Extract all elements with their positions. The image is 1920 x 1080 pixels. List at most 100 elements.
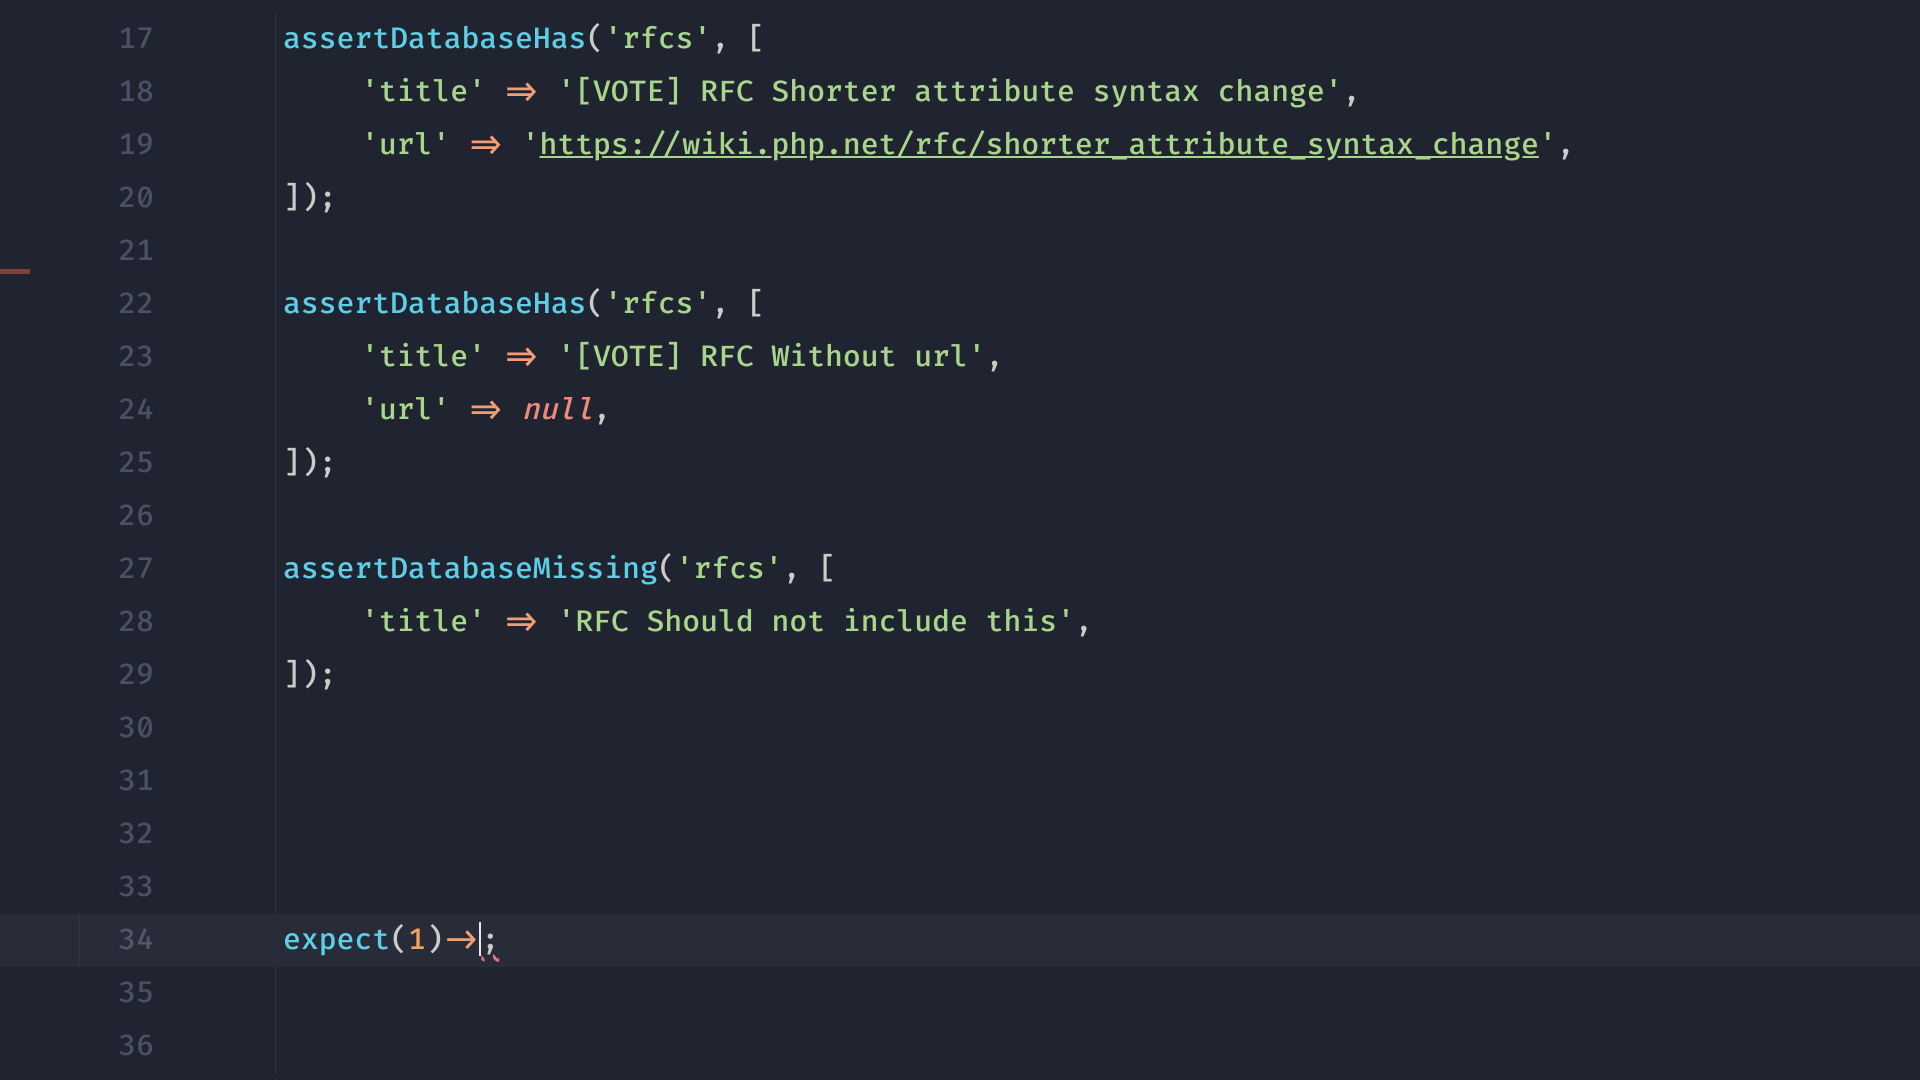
code-line[interactable] — [196, 755, 1920, 808]
code-line[interactable] — [196, 490, 1920, 543]
indent-guide — [275, 490, 276, 543]
code-line[interactable]: ]); — [196, 172, 1920, 225]
token-str: 'RFC Should not include this' — [557, 604, 1075, 640]
token-fn: assertDatabaseMissing — [283, 551, 658, 587]
line-number[interactable]: 20 — [46, 172, 196, 225]
line-number[interactable]: 18 — [46, 66, 196, 119]
token-punc: ) — [426, 922, 444, 958]
line-number[interactable]: 33 — [46, 861, 196, 914]
token-fn: assertDatabaseHas — [283, 286, 586, 322]
code-line[interactable]: 'title' => 'RFC Should not include this'… — [196, 596, 1920, 649]
code-line[interactable] — [196, 1020, 1920, 1073]
line-number[interactable]: 31 — [46, 755, 196, 808]
indent-guide — [275, 702, 276, 755]
line-number[interactable]: 19 — [46, 119, 196, 172]
line-number[interactable]: 22 — [46, 278, 196, 331]
line-number[interactable]: 32 — [46, 808, 196, 861]
token-punc: , — [593, 392, 611, 428]
token-punc: , — [1557, 127, 1575, 163]
code-line[interactable]: assertDatabaseHas('rfcs', [ — [196, 13, 1920, 66]
code-editor[interactable]: 1718192021222324252627282930313233343536… — [0, 0, 1920, 1080]
indent-guide — [275, 278, 276, 331]
token-str: ' — [522, 127, 540, 163]
line-number[interactable]: 21 — [46, 225, 196, 278]
token-punc: ( — [586, 21, 604, 57]
token-str: 'url' — [361, 392, 450, 428]
code-line[interactable]: assertDatabaseMissing('rfcs', [ — [196, 543, 1920, 596]
code-line[interactable] — [196, 808, 1920, 861]
line-number[interactable]: 30 — [46, 702, 196, 755]
token-punc — [486, 74, 504, 110]
token-punc — [450, 127, 468, 163]
line-number[interactable]: 25 — [46, 437, 196, 490]
code-line[interactable] — [196, 861, 1920, 914]
token-err: ; — [481, 922, 499, 958]
line-number[interactable]: 26 — [46, 490, 196, 543]
token-null: null — [522, 392, 593, 428]
code-line[interactable]: ]); — [196, 437, 1920, 490]
token-str: 'url' — [361, 127, 450, 163]
token-num: 1 — [408, 922, 426, 958]
code-line[interactable] — [196, 702, 1920, 755]
indent-guide — [275, 596, 276, 649]
token-url: https://wiki.php.net/rfc/shorter_attribu… — [540, 127, 1539, 163]
token-str: '[VOTE] RFC Without url' — [557, 339, 985, 375]
code-line[interactable]: assertDatabaseHas('rfcs', [ — [196, 278, 1920, 331]
code-line[interactable]: 'title' => '[VOTE] RFC Without url', — [196, 331, 1920, 384]
token-str: 'title' — [361, 339, 486, 375]
token-punc: ]); — [283, 445, 337, 481]
token-punc — [504, 127, 522, 163]
code-line[interactable]: 'url' => null, — [196, 384, 1920, 437]
token-punc — [504, 392, 522, 428]
token-arrow: => — [504, 74, 540, 110]
indent-guide — [275, 649, 276, 702]
token-str: '[VOTE] RFC Shorter attribute syntax cha… — [557, 74, 1342, 110]
token-punc: ( — [586, 286, 604, 322]
line-number[interactable]: 28 — [46, 596, 196, 649]
token-fn: expect — [283, 922, 390, 958]
token-punc: ( — [390, 922, 408, 958]
code-line[interactable]: ]); — [196, 649, 1920, 702]
token-arrow: => — [468, 392, 504, 428]
token-punc — [450, 392, 468, 428]
token-punc — [540, 339, 558, 375]
code-line[interactable]: 'url' => 'https://wiki.php.net/rfc/short… — [196, 119, 1920, 172]
token-punc — [486, 339, 504, 375]
line-number[interactable]: 23 — [46, 331, 196, 384]
token-arrow: => — [504, 604, 540, 640]
code-line[interactable]: expect(1)->; — [0, 914, 1920, 967]
token-punc: , — [1075, 604, 1093, 640]
token-punc: , [ — [783, 551, 837, 587]
line-number[interactable]: 17 — [46, 13, 196, 66]
token-punc: , — [1343, 74, 1361, 110]
line-number[interactable]: 29 — [46, 649, 196, 702]
token-fn: assertDatabaseHas — [283, 21, 586, 57]
token-punc — [540, 604, 558, 640]
token-punc — [540, 74, 558, 110]
indent-guide — [275, 225, 276, 278]
token-str: 'title' — [361, 604, 486, 640]
token-str: 'rfcs' — [676, 551, 783, 587]
code-line[interactable] — [196, 225, 1920, 278]
token-punc: ]); — [283, 180, 337, 216]
line-number[interactable]: 27 — [46, 543, 196, 596]
indent-guide — [275, 861, 276, 914]
line-number[interactable]: 24 — [46, 384, 196, 437]
token-arrow: -> — [444, 922, 480, 958]
token-str: 'rfcs' — [604, 286, 711, 322]
line-number[interactable]: 36 — [46, 1020, 196, 1073]
line-number[interactable]: 35 — [46, 967, 196, 1020]
code-line[interactable]: 'title' => '[VOTE] RFC Shorter attribute… — [196, 66, 1920, 119]
code-line[interactable] — [196, 967, 1920, 1020]
indent-guide — [275, 119, 276, 172]
indent-guide — [275, 967, 276, 1020]
token-arrow: => — [504, 339, 540, 375]
token-punc: , [ — [711, 21, 765, 57]
code-text-area[interactable]: assertDatabaseHas('rfcs', ['title' => '[… — [196, 0, 1920, 1080]
indent-guide — [275, 331, 276, 384]
token-punc — [486, 604, 504, 640]
token-arrow: => — [468, 127, 504, 163]
indent-guide — [275, 384, 276, 437]
indent-guide — [275, 13, 276, 66]
indent-guide — [275, 437, 276, 490]
